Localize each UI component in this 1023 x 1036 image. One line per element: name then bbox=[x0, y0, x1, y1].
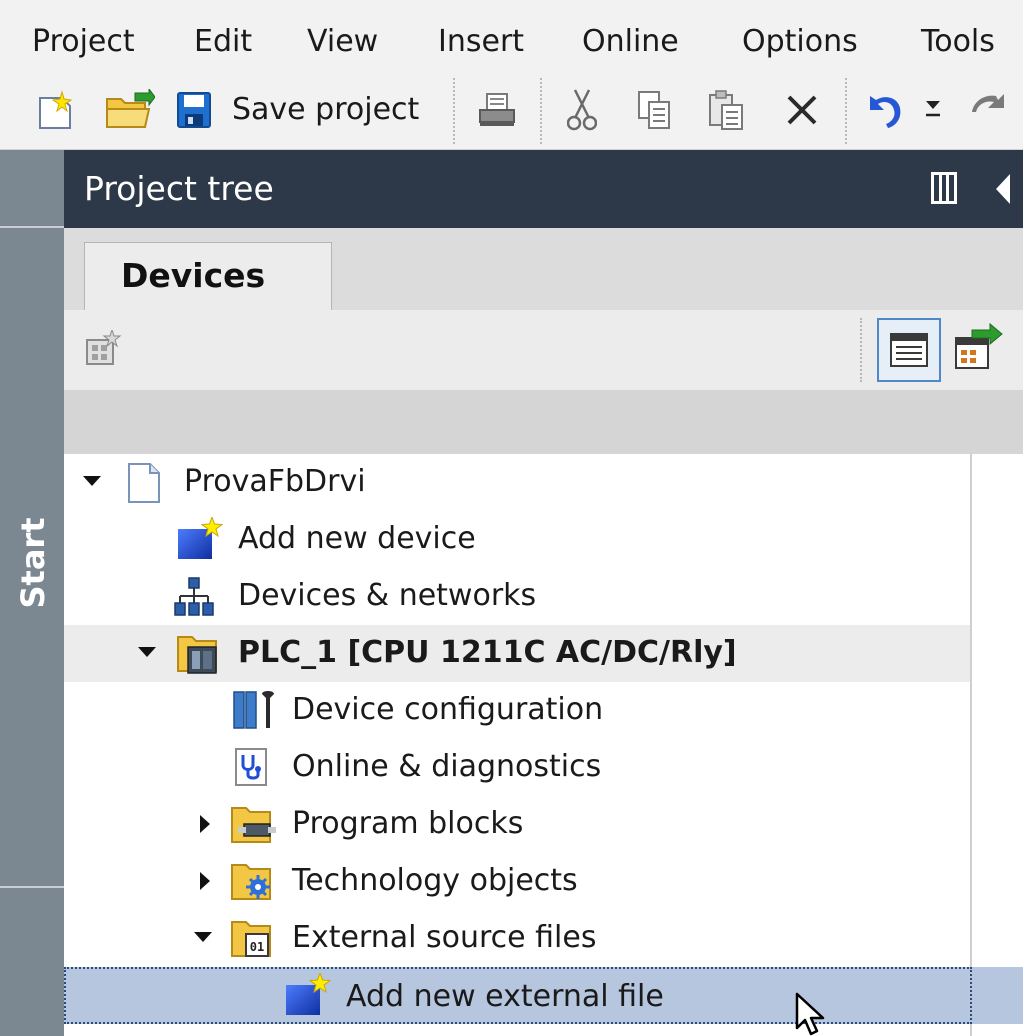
delete-icon bbox=[787, 95, 817, 125]
tab-devices-label: Devices bbox=[121, 256, 266, 295]
open-project-icon bbox=[106, 89, 155, 128]
undo-icon bbox=[870, 96, 901, 128]
new-project-button[interactable] bbox=[34, 82, 78, 138]
menu-bar: Project Edit View Insert Online Options … bbox=[0, 0, 1023, 70]
paste-button[interactable] bbox=[704, 82, 748, 138]
external-source-folder-icon: 01 bbox=[231, 921, 271, 957]
menu-online[interactable]: Online bbox=[582, 22, 679, 62]
delete-button[interactable] bbox=[780, 82, 824, 138]
overview-toggle-button[interactable] bbox=[877, 318, 941, 382]
save-project-button[interactable] bbox=[172, 82, 216, 138]
mouse-cursor-icon bbox=[795, 992, 825, 1036]
tree-item-label: Add new external file bbox=[346, 979, 664, 1014]
tree-item-device-configuration[interactable]: Device configuration bbox=[64, 682, 970, 739]
main-toolbar: Save project bbox=[0, 70, 1023, 150]
plc-icon bbox=[177, 636, 217, 674]
device-config-icon bbox=[233, 691, 274, 729]
export-button[interactable] bbox=[952, 322, 1010, 378]
tree-header-band bbox=[64, 390, 1023, 454]
toolbar-separator bbox=[453, 78, 455, 144]
add-new-file-icon bbox=[286, 973, 332, 1015]
collapse-pane-icon[interactable] bbox=[996, 174, 1010, 204]
expanded-arrow-icon[interactable] bbox=[138, 647, 156, 657]
tree-column-divider[interactable] bbox=[970, 454, 972, 1036]
copy-icon bbox=[638, 91, 670, 129]
dropdown-arrow-icon bbox=[926, 101, 940, 117]
open-project-button[interactable] bbox=[104, 82, 156, 138]
tree-item-label: Online & diagnostics bbox=[292, 749, 602, 784]
project-tree-title: Project tree bbox=[84, 169, 274, 208]
print-button[interactable] bbox=[472, 82, 522, 138]
tab-bar: Devices bbox=[64, 228, 1023, 310]
strip-divider bbox=[0, 226, 64, 228]
redo-icon bbox=[972, 94, 1004, 112]
tree-item-label: Add new device bbox=[238, 521, 476, 556]
program-blocks-folder-icon bbox=[231, 807, 276, 843]
tree-item-label: Device configuration bbox=[292, 692, 604, 727]
tree-item-project[interactable]: ProvaFbDrvi bbox=[64, 454, 970, 511]
start-tab-label: Start bbox=[14, 516, 52, 609]
diagnostics-icon bbox=[235, 748, 267, 786]
project-icon bbox=[128, 463, 160, 503]
undo-list-button[interactable] bbox=[918, 82, 948, 138]
technology-folder-icon bbox=[231, 864, 271, 900]
new-project-icon bbox=[39, 90, 73, 129]
collapsed-arrow-icon[interactable] bbox=[200, 815, 210, 833]
tree-item-label: Technology objects bbox=[292, 863, 578, 898]
menu-options[interactable]: Options bbox=[742, 22, 858, 62]
pane-layout-icon[interactable] bbox=[931, 172, 957, 204]
tree-item-label: Program blocks bbox=[292, 806, 524, 841]
export-table-icon bbox=[955, 322, 1003, 369]
redo-button[interactable] bbox=[966, 82, 1023, 138]
toolbar-separator bbox=[540, 78, 542, 144]
tree-item-plc[interactable]: PLC_1 [CPU 1211C AC/DC/Rly] bbox=[64, 625, 970, 682]
cut-button[interactable] bbox=[560, 82, 604, 138]
save-project-label[interactable]: Save project bbox=[232, 90, 419, 130]
collapsed-arrow-icon[interactable] bbox=[200, 872, 210, 890]
add-device-small-icon bbox=[86, 328, 122, 365]
menu-view[interactable]: View bbox=[307, 22, 378, 62]
menu-project[interactable]: Project bbox=[32, 22, 135, 62]
tree-item-program-blocks[interactable]: Program blocks bbox=[64, 796, 970, 853]
copy-button[interactable] bbox=[632, 82, 676, 138]
tree-item-technology-objects[interactable]: Technology objects bbox=[64, 853, 970, 910]
tree-item-online-diagnostics[interactable]: Online & diagnostics bbox=[64, 739, 970, 796]
svg-text:01: 01 bbox=[250, 940, 264, 954]
list-view-icon bbox=[890, 333, 928, 367]
add-new-device-icon bbox=[178, 517, 224, 559]
selection-extension bbox=[972, 967, 1023, 1024]
tree-item-label: ProvaFbDrvi bbox=[184, 464, 366, 499]
expanded-arrow-icon[interactable] bbox=[194, 932, 212, 942]
project-tree-header: Project tree bbox=[64, 150, 1023, 228]
cut-icon bbox=[567, 89, 597, 131]
tree-item-devices-networks[interactable]: Devices & networks bbox=[64, 568, 970, 625]
print-icon bbox=[479, 93, 515, 126]
tab-devices[interactable]: Devices bbox=[84, 242, 332, 310]
tree-item-label: PLC_1 [CPU 1211C AC/DC/Rly] bbox=[238, 635, 737, 670]
tree-item-label: Devices & networks bbox=[238, 578, 537, 613]
start-portal-tab[interactable]: Start bbox=[10, 515, 56, 610]
expanded-arrow-icon[interactable] bbox=[83, 476, 101, 486]
toolbar-separator bbox=[845, 78, 847, 144]
menu-insert[interactable]: Insert bbox=[438, 22, 524, 62]
add-device-toolbar-button[interactable] bbox=[84, 328, 122, 372]
menu-edit[interactable]: Edit bbox=[194, 22, 252, 62]
tree-item-label: External source files bbox=[292, 920, 597, 955]
network-icon bbox=[174, 577, 214, 616]
tree-toolbar bbox=[64, 310, 1023, 390]
save-icon bbox=[177, 92, 211, 128]
toolbar-separator bbox=[860, 318, 862, 382]
tree-item-add-new-device[interactable]: Add new device bbox=[64, 511, 970, 568]
undo-button[interactable] bbox=[860, 82, 912, 138]
paste-icon bbox=[709, 90, 743, 130]
strip-divider bbox=[0, 886, 64, 888]
tree-item-external-source-files[interactable]: 01 External source files bbox=[64, 910, 970, 967]
menu-tools[interactable]: Tools bbox=[921, 22, 995, 62]
